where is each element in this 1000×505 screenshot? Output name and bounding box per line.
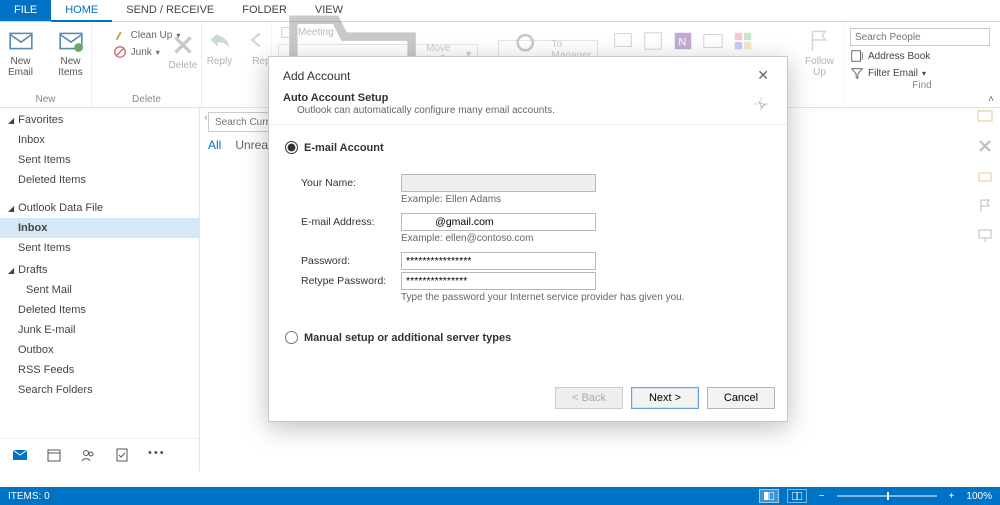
- flag-icon: [807, 28, 833, 54]
- ribbon: New Email New Items New Clean Up ▾ Junk …: [0, 22, 1000, 108]
- delete-x-icon: [170, 32, 196, 58]
- status-items: ITEMS: 0: [8, 491, 50, 502]
- filter-email-button[interactable]: Filter Email ▾: [850, 66, 990, 80]
- view-normal-button[interactable]: [759, 489, 779, 503]
- message-list-pane: All Unrea: [200, 108, 1000, 471]
- status-bar: ITEMS: 0 − + 100%: [0, 487, 1000, 505]
- tab-send-receive[interactable]: SEND / RECEIVE: [112, 0, 228, 21]
- folder-search-folders[interactable]: Search Folders: [0, 380, 199, 400]
- tasks-icon[interactable]: [114, 447, 130, 463]
- categorize-icon[interactable]: [732, 30, 754, 52]
- rail-archive-icon[interactable]: [977, 168, 993, 184]
- mail-plus-icon: [58, 28, 84, 54]
- address-book-button[interactable]: Address Book: [850, 49, 990, 63]
- pane-collapse-handle[interactable]: ‹: [200, 112, 212, 122]
- new-email-button[interactable]: New Email: [0, 24, 42, 78]
- view-normal-icon: [764, 492, 774, 500]
- address-book-icon: [850, 49, 864, 63]
- onenote-icon[interactable]: N: [672, 30, 694, 52]
- zoom-out-button[interactable]: −: [815, 491, 829, 502]
- rail-delete-icon[interactable]: [977, 138, 993, 154]
- person-icon: [505, 30, 546, 71]
- junk-icon: [113, 45, 127, 59]
- mail-icon[interactable]: [12, 447, 28, 463]
- folder-sent-mail[interactable]: Sent Mail: [0, 280, 199, 300]
- reply-all-icon: [249, 28, 275, 54]
- zoom-value: 100%: [966, 491, 992, 502]
- menu-tabs: FILE HOME SEND / RECEIVE FOLDER VIEW: [0, 0, 1000, 22]
- broom-icon: [113, 28, 127, 42]
- mail-new-icon: [8, 28, 34, 54]
- folder-pane: ◢Favorites Inbox Sent Items Deleted Item…: [0, 108, 200, 471]
- svg-text:N: N: [678, 37, 686, 49]
- zoom-slider[interactable]: [837, 495, 937, 497]
- move-to-combo[interactable]: Move to: ?▾: [278, 44, 478, 64]
- nav-switcher: •••: [0, 438, 199, 471]
- to-manager-combo[interactable]: To Manager: [498, 40, 598, 60]
- tab-file[interactable]: FILE: [0, 0, 51, 21]
- zoom-in-button[interactable]: +: [945, 491, 959, 502]
- fav-deleted[interactable]: Deleted Items: [0, 170, 199, 190]
- folder-outbox[interactable]: Outbox: [0, 340, 199, 360]
- view-reading-icon: [792, 492, 802, 500]
- reply-all-button[interactable]: Rep: [249, 24, 275, 67]
- rail-pin-icon[interactable]: [977, 228, 993, 244]
- funnel-icon: [850, 66, 864, 80]
- filter-unread[interactable]: Unrea: [235, 138, 268, 152]
- reply-button[interactable]: Reply: [199, 24, 241, 67]
- folder-deleted[interactable]: Deleted Items: [0, 300, 199, 320]
- follow-up-button[interactable]: Follow Up: [799, 24, 841, 78]
- group-label-find: Find: [912, 80, 931, 93]
- fav-sent[interactable]: Sent Items: [0, 150, 199, 170]
- rail-flag-icon[interactable]: [977, 198, 993, 214]
- favorites-header[interactable]: ◢Favorites: [0, 108, 199, 130]
- todo-bar: [970, 108, 1000, 244]
- group-label-delete: Delete: [132, 94, 161, 107]
- nav-more-button[interactable]: •••: [148, 447, 166, 463]
- reply-icon: [207, 28, 233, 54]
- search-current-input[interactable]: [208, 112, 538, 132]
- group-label-new: New: [35, 94, 55, 107]
- ribbon-collapse-button[interactable]: ˄: [988, 94, 994, 105]
- fav-inbox[interactable]: Inbox: [0, 130, 199, 150]
- new-items-button[interactable]: New Items: [50, 24, 92, 78]
- unread-icon[interactable]: [702, 30, 724, 52]
- folder-icon: [285, 0, 420, 122]
- folder-inbox[interactable]: Inbox: [0, 218, 199, 238]
- junk-button[interactable]: Junk ▾: [111, 44, 162, 60]
- rules-icon[interactable]: [642, 30, 664, 52]
- people-icon[interactable]: [80, 447, 96, 463]
- folder-junk[interactable]: Junk E-mail: [0, 320, 199, 340]
- datafile-header[interactable]: ◢Outlook Data File: [0, 196, 199, 218]
- filter-all[interactable]: All: [208, 138, 221, 152]
- calendar-nav-icon[interactable]: [46, 447, 62, 463]
- folder-sent-items[interactable]: Sent Items: [0, 238, 199, 258]
- rail-mail-icon[interactable]: [977, 108, 993, 124]
- folder-rss[interactable]: RSS Feeds: [0, 360, 199, 380]
- drafts-header[interactable]: ◢Drafts: [0, 258, 199, 280]
- view-reading-button[interactable]: [787, 489, 807, 503]
- tab-home[interactable]: HOME: [51, 0, 112, 22]
- move-icon[interactable]: [612, 30, 634, 52]
- search-people-input[interactable]: [850, 28, 990, 46]
